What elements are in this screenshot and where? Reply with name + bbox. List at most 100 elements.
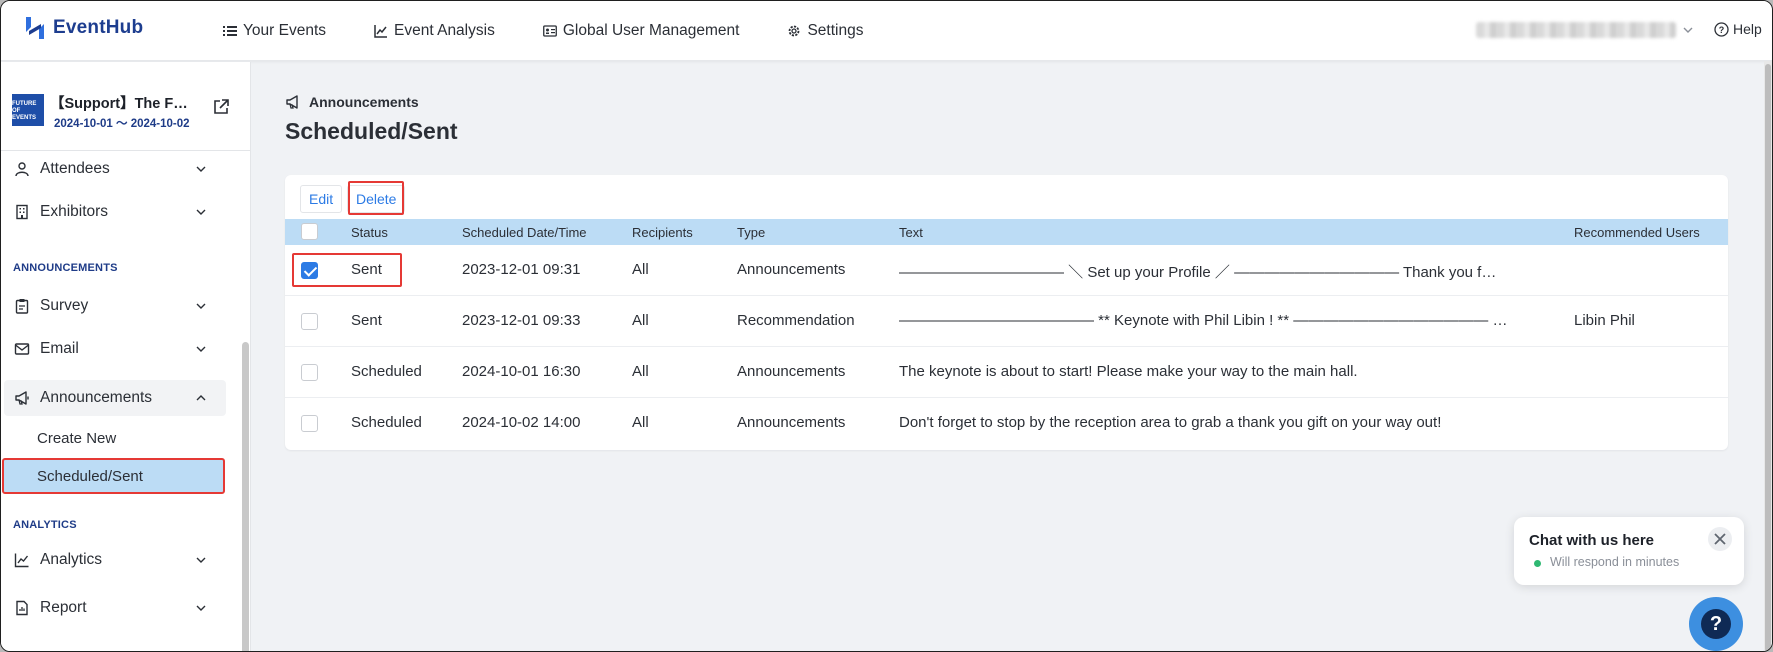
online-status-dot [1534,560,1541,567]
clipboard-icon [15,299,29,314]
chevron-down-icon[interactable] [1682,24,1694,36]
datetime-cell: 2024-10-01 16:30 [462,363,581,380]
recipients-cell: All [632,414,649,431]
sidebar-item-label: Survey [40,297,89,314]
column-header-scheduled[interactable]: Scheduled Date/Time [462,225,587,240]
person-icon [15,162,29,177]
status-cell: Sent [351,312,382,329]
app-name: EventHub [53,17,144,38]
scrollbar-thumb[interactable] [1765,64,1771,651]
column-header-recipients[interactable]: Recipients [632,225,693,240]
help-label: Help [1733,21,1762,37]
datetime-cell: 2023-12-01 09:31 [462,261,581,278]
table-row[interactable]: Scheduled 2024-10-02 14:00 All Announcem… [285,398,1728,449]
column-header-status[interactable]: Status [351,225,388,240]
status-cell: Sent [351,261,382,278]
section-label-analytics: ANALYTICS [13,519,77,531]
page-scrollbar[interactable] [1764,61,1772,651]
recipients-cell: All [632,363,649,380]
status-cell: Scheduled [351,414,422,431]
document-icon [16,600,28,616]
row-checkbox[interactable] [301,313,318,330]
row-checkbox[interactable] [301,415,318,432]
sidebar-subitem-create-new[interactable]: Create New [37,430,116,447]
nav-label: Global User Management [562,22,740,39]
nav-settings[interactable]: Settings [787,22,863,40]
edit-button[interactable]: Edit [300,185,343,213]
event-header: FUTURE OF EVENTS 【Support】The F… 2024-10… [12,92,247,142]
section-label-announcements: ANNOUNCEMENTS [13,262,118,274]
sidebar-scrollbar[interactable] [242,342,249,651]
nav-label: Event Analysis [394,22,495,39]
app-window: EventHub Your Events Event Analysis Glob… [0,0,1773,652]
sidebar-item-exhibitors[interactable]: Exhibitors [1,194,223,230]
event-title: 【Support】The F… [50,96,188,112]
nav-your-events[interactable]: Your Events [223,22,326,40]
sidebar-item-survey[interactable]: Survey [1,288,223,324]
event-logo: FUTURE OF EVENTS [12,94,44,126]
help-icon: ? [1701,609,1731,639]
delete-button[interactable]: Delete [347,185,406,213]
type-cell: Announcements [737,261,846,278]
table-row[interactable]: Sent 2023-12-01 09:33 All Recommendation… [285,296,1728,347]
column-header-recommended[interactable]: Recommended Users [1574,225,1700,240]
event-logo-text: FUTURE OF EVENTS [12,101,37,121]
chat-close-button[interactable] [1708,527,1732,551]
sidebar-subitem-scheduled-sent[interactable]: Scheduled/Sent [2,458,225,494]
sidebar-item-analytics[interactable]: Analytics [1,542,223,578]
chat-title: Chat with us here [1529,532,1655,549]
sidebar-item-attendees[interactable]: Attendees [1,151,223,187]
table-row[interactable]: Sent 2023-12-01 09:31 All Announcements … [285,245,1728,296]
sidebar-item-label: Email [40,340,79,357]
chevron-down-icon [196,557,206,563]
page-title: Scheduled/Sent [285,118,458,144]
breadcrumb: Announcements [285,94,419,110]
select-all-checkbox[interactable] [301,223,318,240]
sidebar-item-label: Attendees [40,160,110,177]
chat-launcher-button[interactable]: ? [1689,597,1743,651]
row-checkbox[interactable] [301,262,318,279]
breadcrumb-label: Announcements [309,94,419,110]
envelope-icon [14,343,30,355]
recommended-cell: Libin Phil [1574,312,1635,329]
text-cell: The keynote is about to start! Please ma… [899,363,1358,380]
nav-label: Settings [807,22,864,39]
chevron-down-icon [196,166,206,172]
help-link[interactable]: ? Help [1714,21,1762,37]
column-header-text[interactable]: Text [899,225,923,240]
nav-event-analysis[interactable]: Event Analysis [374,22,495,40]
external-link-icon[interactable] [212,98,230,116]
top-navbar: EventHub Your Events Event Analysis Glob… [1,1,1772,61]
announcements-table-card: Edit Delete Status Scheduled Date/Time R… [285,175,1728,450]
gear-icon [789,25,800,37]
text-cell: ――――――――――― ＼ Set up your Profile ／ ――――… [899,264,1497,281]
row-checkbox[interactable] [301,364,318,381]
chevron-down-icon [196,346,206,352]
text-cell: ――――――――――――― ** Keynote with Phil Libin… [899,312,1508,329]
type-cell: Announcements [737,414,846,431]
app-logo[interactable]: EventHub [23,15,143,41]
nav-global-user-management[interactable]: Global User Management [542,22,740,40]
chevron-down-icon [196,605,206,611]
close-icon [1714,533,1726,545]
column-header-type[interactable]: Type [737,225,765,240]
sidebar-item-label: Exhibitors [40,203,109,220]
sidebar-item-report[interactable]: Report [1,590,223,626]
sidebar-item-email[interactable]: Email [1,331,223,367]
table-row[interactable]: Scheduled 2024-10-01 16:30 All Announcem… [285,347,1728,398]
sidebar-item-announcements[interactable]: Announcements [4,380,226,416]
recipients-cell: All [632,261,649,278]
type-cell: Recommendation [737,312,855,329]
chevron-down-icon [196,303,206,309]
event-dates: 2024-10-01 ～ 2024-10-02 [54,118,190,130]
svg-text:?: ? [1719,25,1725,35]
sidebar-item-label: Announcements [40,389,153,406]
chat-popup[interactable]: Chat with us here Will respond in minute… [1514,517,1744,585]
sidebar: FUTURE OF EVENTS 【Support】The F… 2024-10… [1,62,251,651]
id-card-icon [542,25,557,37]
nav-label: Your Events [243,22,327,39]
chart-icon [14,553,29,568]
eventhub-logo-icon [26,17,44,39]
main-nav: Your Events Event Analysis Global User M… [223,1,911,61]
user-menu[interactable] [1476,22,1676,38]
